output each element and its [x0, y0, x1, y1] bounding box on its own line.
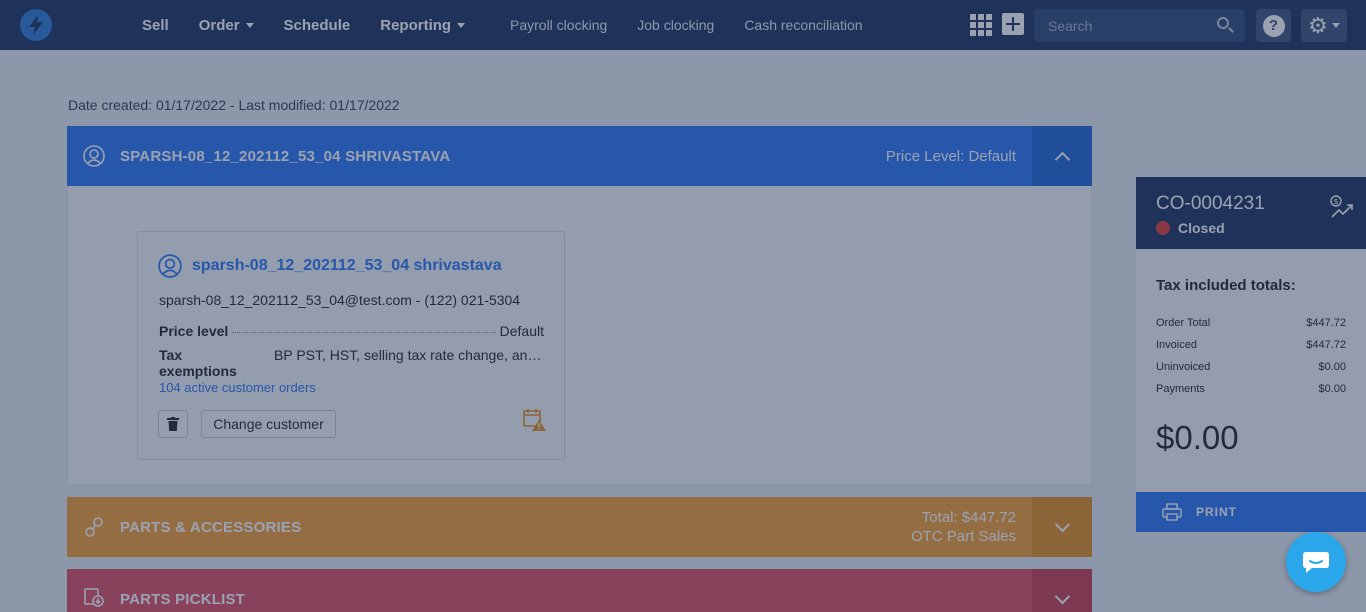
total-value: $447.72: [1306, 339, 1346, 351]
nav-sell[interactable]: Sell: [142, 17, 169, 34]
svg-text:$: $: [1333, 197, 1338, 206]
chat-icon: [1303, 552, 1329, 573]
customer-section-title: SPARSH-08_12_202112_53_04 SHRIVASTAVA: [120, 147, 451, 165]
customer-card: sparsh-08_12_202112_53_04 shrivastava sp…: [137, 231, 565, 460]
nav-payroll-clocking[interactable]: Payroll clocking: [510, 17, 607, 33]
customer-icon: [83, 145, 105, 167]
total-value: $447.72: [1306, 317, 1346, 329]
print-button[interactable]: PRINT: [1136, 492, 1366, 532]
picklist-expand-button[interactable]: [1032, 569, 1092, 612]
nav-order-label: Order: [198, 16, 240, 34]
chevron-down-icon: [245, 22, 254, 28]
parts-section-title: PARTS & ACCESSORIES: [120, 518, 302, 536]
total-label: Order Total: [1156, 317, 1211, 329]
apps-grid-icon[interactable]: [970, 14, 992, 36]
print-label: PRINT: [1196, 505, 1237, 519]
total-row-invoiced: Invoiced $447.72: [1156, 339, 1346, 351]
customer-name-link[interactable]: sparsh-08_12_202112_53_04 shrivastava: [192, 257, 502, 275]
chevron-up-icon: [1054, 151, 1070, 167]
printer-icon: [1162, 503, 1182, 521]
order-status: Closed: [1156, 220, 1225, 236]
nav-sell-label: Sell: [142, 16, 169, 34]
parts-section-header[interactable]: PARTS & ACCESSORIES Total: $447.72 OTC P…: [67, 497, 1092, 557]
chevron-down-icon: [1054, 516, 1070, 532]
total-row-uninvoiced: Uninvoiced $0.00: [1156, 361, 1346, 373]
chat-launcher-button[interactable]: [1286, 532, 1346, 592]
search-input[interactable]: [1034, 9, 1245, 42]
change-customer-button[interactable]: Change customer: [201, 410, 336, 438]
customer-name-row: sparsh-08_12_202112_53_04 shrivastava: [158, 254, 502, 278]
nav-job-clocking[interactable]: Job clocking: [637, 17, 714, 33]
customer-contact: sparsh-08_12_202112_53_04@test.com - (12…: [159, 292, 521, 308]
plus-icon[interactable]: [1002, 13, 1024, 35]
chevron-down-icon: [1054, 588, 1070, 604]
status-text: Closed: [1178, 220, 1225, 236]
order-summary-header: CO-0004231 Closed $: [1136, 177, 1366, 249]
nav-schedule-label: Schedule: [283, 16, 351, 34]
status-dot: [1156, 221, 1170, 235]
total-value: $0.00: [1318, 361, 1346, 373]
top-nav-bar: Sell Order Schedule Reporting Payroll cl…: [0, 0, 1366, 50]
nav-schedule[interactable]: Schedule: [284, 17, 351, 34]
price-level-row: Price level Default: [159, 323, 544, 339]
price-trend-icon[interactable]: $: [1330, 195, 1354, 219]
search-icon[interactable]: [1217, 17, 1229, 29]
tax-totals-heading: Tax included totals:: [1156, 277, 1296, 294]
total-label: Payments: [1156, 383, 1205, 395]
chevron-down-icon: [457, 22, 466, 28]
nav-order[interactable]: Order: [199, 17, 254, 34]
price-level-key: Price level: [159, 323, 229, 339]
customer-icon: [158, 254, 182, 278]
active-orders-link[interactable]: 104 active customer orders: [159, 380, 316, 395]
balance-amount: $0.00: [1156, 419, 1239, 456]
picklist-section-title: PARTS PICKLIST: [120, 591, 246, 608]
chevron-down-icon: [1331, 23, 1340, 28]
nav-reporting[interactable]: Reporting: [380, 16, 466, 34]
nav-reporting-label: Reporting: [380, 16, 452, 34]
remove-customer-button[interactable]: [158, 410, 188, 438]
dotted-leader: [232, 332, 496, 333]
search-box: [1034, 9, 1245, 42]
gear-icon: ⚙: [1308, 12, 1328, 38]
tax-exemptions-key: Tax exemptions: [159, 347, 237, 379]
price-level-value: Default: [499, 323, 544, 339]
parts-icon: [85, 517, 103, 537]
total-row-order-total: Order Total $447.72: [1156, 317, 1346, 329]
nav-cash-reconciliation[interactable]: Cash reconciliation: [744, 17, 862, 33]
lightning-logo-icon[interactable]: [20, 9, 52, 41]
total-label: Invoiced: [1156, 339, 1197, 351]
help-button[interactable]: ?: [1256, 9, 1291, 42]
parts-summary: Total: $447.72 OTC Part Sales: [911, 508, 1016, 546]
price-level-label: Price Level: Default: [885, 147, 1016, 165]
picklist-icon: [84, 588, 104, 607]
customer-section-header[interactable]: SPARSH-08_12_202112_53_04 SHRIVASTAVA Pr…: [67, 126, 1092, 186]
parts-total: Total: $447.72: [921, 509, 1016, 526]
main-nav: Sell Order Schedule Reporting: [142, 0, 466, 50]
secondary-nav: Payroll clocking Job clocking Cash recon…: [510, 0, 863, 50]
order-number: CO-0004231: [1156, 193, 1265, 214]
help-icon: ?: [1262, 14, 1285, 37]
parts-subtitle: OTC Part Sales: [910, 528, 1016, 545]
total-label: Uninvoiced: [1156, 361, 1211, 373]
tax-exemptions-value: BP PST, HST, selling tax rate change, an…: [274, 347, 544, 363]
trash-icon: [167, 417, 179, 431]
total-value: $0.00: [1318, 383, 1346, 395]
calendar-warning-icon[interactable]: [523, 408, 547, 432]
total-row-payments: Payments $0.00: [1156, 383, 1346, 395]
customer-collapse-button[interactable]: [1032, 126, 1092, 186]
settings-button[interactable]: ⚙: [1301, 9, 1347, 42]
parts-expand-button[interactable]: [1032, 497, 1092, 557]
date-info: Date created: 01/17/2022 - Last modified…: [68, 97, 400, 113]
order-summary-panel: CO-0004231 Closed $ Tax included totals:…: [1136, 177, 1366, 532]
picklist-section-header[interactable]: PARTS PICKLIST: [67, 569, 1092, 612]
tax-exemptions-row: Tax exemptions BP PST, HST, selling tax …: [159, 347, 544, 379]
